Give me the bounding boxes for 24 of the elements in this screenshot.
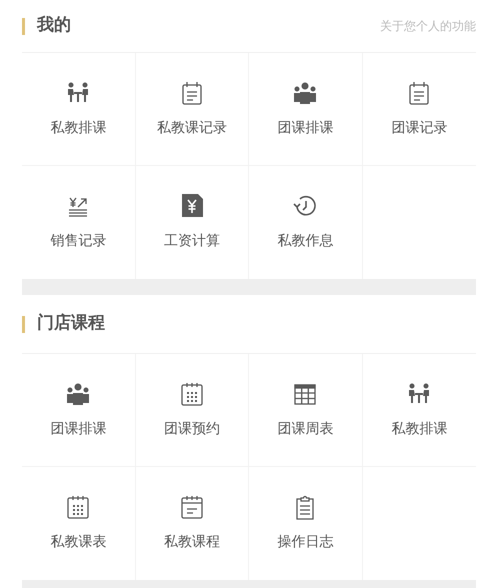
menu-item-label[interactable]: 销售记录 (50, 231, 106, 252)
menu-item-label[interactable]: 团课周表 (277, 418, 334, 440)
group-icon (65, 380, 92, 406)
calendar-icon (65, 494, 92, 520)
section-subtitle: 关于您个人的功能 (380, 18, 476, 35)
menu-item-label[interactable]: 团课排课 (277, 118, 334, 138)
accent-bar (22, 18, 25, 34)
calendar-lines-icon (178, 494, 205, 520)
group-icon (292, 80, 318, 106)
menu-item-label[interactable]: 团课预约 (164, 418, 220, 440)
menu-item-label[interactable]: 私教课记录 (156, 118, 227, 138)
menu-item-label[interactable]: 团课记录 (391, 118, 448, 138)
menu-item-label[interactable]: 私教课表 (50, 532, 106, 553)
calendar-icon (178, 380, 205, 406)
menu-item-label[interactable]: 私教课程 (164, 532, 220, 553)
menu-item-label[interactable]: 工资计算 (164, 231, 220, 252)
section-title: 我的 (37, 14, 71, 38)
accent-bar (22, 316, 25, 332)
menu-item-label[interactable]: 私教作息 (277, 231, 334, 252)
section-title: 门店课程 (37, 312, 105, 336)
menu-item-label[interactable]: 私教排课 (50, 118, 106, 138)
menu-item-label[interactable]: 操作日志 (277, 532, 334, 553)
menu-item-label[interactable]: 私教排课 (391, 418, 448, 440)
menu-item-label[interactable]: 团课排课 (50, 418, 106, 440)
